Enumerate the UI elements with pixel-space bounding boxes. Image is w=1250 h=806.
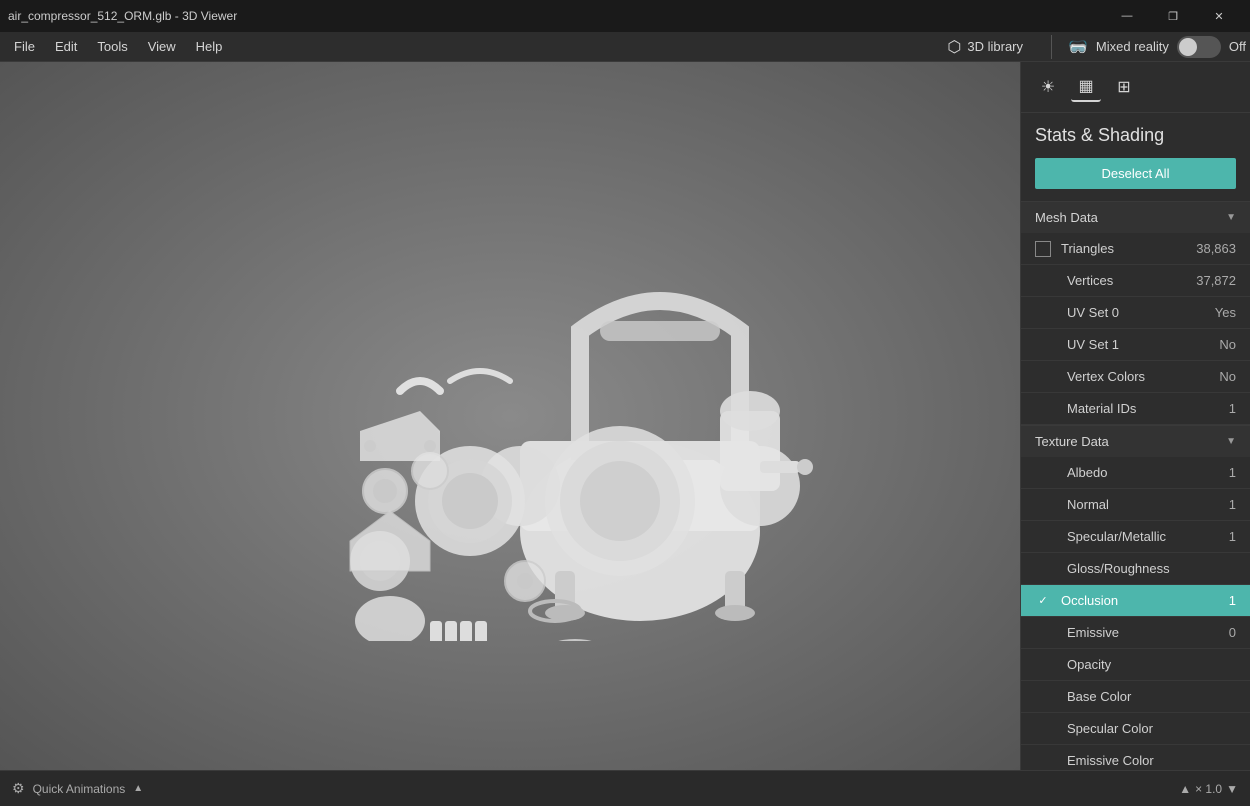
library-icon: ⬡ [947,37,961,57]
menu-tools[interactable]: Tools [87,35,137,58]
normal-value: 1 [1229,497,1236,512]
gloss-roughness-label: Gloss/Roughness [1067,561,1232,576]
triangles-value: 38,863 [1196,241,1236,256]
restore-button[interactable]: ❐ [1150,0,1196,32]
vertex-colors-label: Vertex Colors [1067,369,1215,384]
zoom-control: ▲ × 1.0 ▼ [1179,782,1238,796]
uv-set-0-label: UV Set 0 [1067,305,1211,320]
opacity-label: Opacity [1067,657,1232,672]
viewport[interactable] [0,62,1020,770]
mesh-data-chevron: ▼ [1226,212,1236,223]
table-icon-button[interactable]: ⊞ [1109,72,1139,102]
mixed-reality-icon: 🥽 [1068,37,1088,57]
toggle-knob [1179,38,1197,56]
texture-data-chevron: ▼ [1226,436,1236,447]
vertices-label: Vertices [1067,273,1192,288]
normal-label: Normal [1067,497,1225,512]
menu-view[interactable]: View [138,35,186,58]
material-ids-label: Material IDs [1067,401,1225,416]
close-button[interactable]: ✕ [1196,0,1242,32]
table-row: Material IDs 1 [1021,393,1250,425]
uv-set-1-label: UV Set 1 [1067,337,1215,352]
table-row: UV Set 0 Yes [1021,297,1250,329]
panel-title: Stats & Shading [1021,113,1250,154]
window-controls: — ❐ ✕ [1104,0,1242,32]
triangles-label: Triangles [1061,241,1192,256]
menu-file[interactable]: File [4,35,45,58]
bottombar: ⚙ Quick Animations ▲ ▲ × 1.0 ▼ [0,770,1250,806]
off-label: Off [1229,39,1246,54]
grid-icon-button[interactable]: ▦ [1071,72,1101,102]
window-title: air_compressor_512_ORM.glb - 3D Viewer [8,9,1104,23]
table-row: Specular/Metallic 1 [1021,521,1250,553]
table-row: Vertices 37,872 [1021,265,1250,297]
mixed-reality-toggle[interactable] [1177,36,1221,58]
occlusion-checkbox[interactable] [1035,593,1051,609]
table-row: Opacity [1021,649,1250,681]
table-row: Specular Color [1021,713,1250,745]
base-color-label: Base Color [1067,689,1232,704]
table-row: Base Color [1021,681,1250,713]
specular-color-label: Specular Color [1067,721,1232,736]
panel-icon-toolbar: ☀ ▦ ⊞ [1021,62,1250,113]
occlusion-value: 1 [1229,593,1236,608]
specular-metallic-value: 1 [1229,529,1236,544]
main-content: ☀ ▦ ⊞ Stats & Shading Deselect All Mesh … [0,62,1250,770]
vertex-colors-value: No [1219,369,1236,384]
texture-data-label: Texture Data [1035,434,1109,449]
toolbar-divider [1051,35,1052,59]
table-row: Gloss/Roughness [1021,553,1250,585]
quick-animations-expand: ▲ [133,783,143,794]
titlebar: air_compressor_512_ORM.glb - 3D Viewer —… [0,0,1250,32]
table-row: Occlusion 1 [1021,585,1250,617]
emissive-label: Emissive [1067,625,1225,640]
mesh-data-label: Mesh Data [1035,210,1098,225]
table-row: Emissive 0 [1021,617,1250,649]
table-row: Normal 1 [1021,489,1250,521]
3d-model [160,191,860,641]
sun-icon-button[interactable]: ☀ [1033,72,1063,102]
quick-animations-label: Quick Animations [33,782,126,796]
mesh-data-section-header[interactable]: Mesh Data ▼ [1021,201,1250,233]
table-row: Albedo 1 [1021,457,1250,489]
viewport-background [0,62,1020,770]
material-ids-value: 1 [1229,401,1236,416]
deselect-all-button[interactable]: Deselect All [1035,158,1236,189]
zoom-up-arrow[interactable]: ▲ [1179,782,1191,796]
zoom-label: × 1.0 [1195,782,1222,796]
vertices-value: 37,872 [1196,273,1236,288]
texture-data-section-header[interactable]: Texture Data ▼ [1021,425,1250,457]
zoom-down-arrow[interactable]: ▼ [1226,782,1238,796]
albedo-label: Albedo [1067,465,1225,480]
minimize-button[interactable]: — [1104,0,1150,32]
menubar: File Edit Tools View Help ⬡ 3D library 🥽… [0,32,1250,62]
menu-edit[interactable]: Edit [45,35,87,58]
mixed-reality-label: Mixed reality [1096,39,1169,54]
triangles-checkbox[interactable] [1035,241,1051,257]
right-panel: ☀ ▦ ⊞ Stats & Shading Deselect All Mesh … [1020,62,1250,770]
uv-set-0-value: Yes [1215,305,1236,320]
specular-metallic-label: Specular/Metallic [1067,529,1225,544]
3d-library-button[interactable]: ⬡ 3D library [935,31,1035,63]
library-label: 3D library [967,39,1023,54]
emissive-color-label: Emissive Color [1067,753,1232,768]
occlusion-label: Occlusion [1061,593,1225,608]
table-row: Triangles 38,863 [1021,233,1250,265]
table-row: Emissive Color [1021,745,1250,770]
uv-set-1-value: No [1219,337,1236,352]
menu-help[interactable]: Help [186,35,233,58]
mixed-reality-area: 🥽 Mixed reality Off [1068,36,1246,58]
emissive-value: 0 [1229,625,1236,640]
quick-animations-icon: ⚙ [12,780,25,797]
albedo-value: 1 [1229,465,1236,480]
table-row: UV Set 1 No [1021,329,1250,361]
table-row: Vertex Colors No [1021,361,1250,393]
